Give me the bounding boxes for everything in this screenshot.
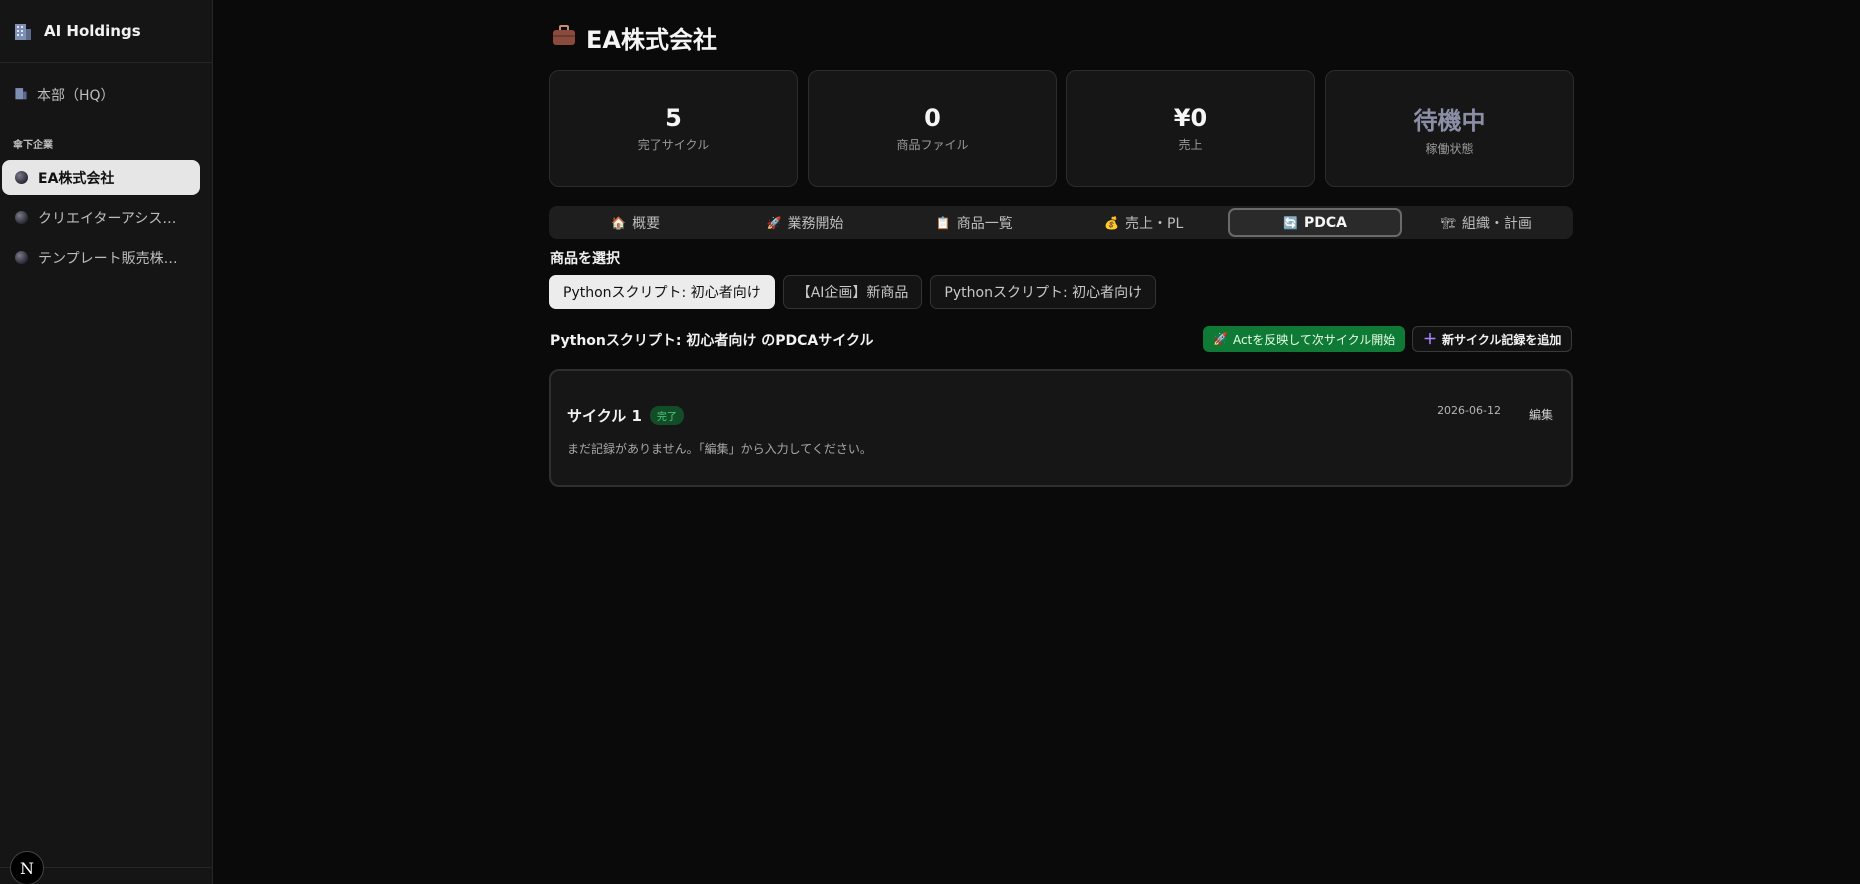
product-chip[interactable]: Pythonスクリプト: 初心者向け <box>549 275 775 309</box>
stat-card-sales: ¥0 売上 <box>1066 70 1315 187</box>
button-label: 新サイクル記録を追加 <box>1442 332 1562 347</box>
house-icon: 🏠 <box>611 215 627 230</box>
company-dot-icon <box>15 251 28 264</box>
brand[interactable]: AI Holdings <box>0 0 212 63</box>
next-dev-badge[interactable]: N <box>10 851 44 884</box>
page-title-text: EA株式会社 <box>586 26 717 54</box>
section-label: 傘下企業 <box>13 140 53 151</box>
company-list: EA株式会社 クリエイターアシス… テンプレート販売株… <box>0 160 213 280</box>
company-dot-icon <box>15 171 28 184</box>
act-next-cycle-button[interactable]: 🚀 Actを反映して次サイクル開始 <box>1203 326 1406 352</box>
button-label: Actを反映して次サイクル開始 <box>1232 332 1396 347</box>
stat-label: 完了サイクル <box>637 138 710 152</box>
brand-title: AI Holdings <box>44 22 141 40</box>
tab-label: 業務開始 <box>787 215 844 232</box>
rocket-icon: 🚀 <box>1213 332 1228 346</box>
cycle-icon: 🔄 <box>1283 215 1298 230</box>
rocket-icon: 🚀 <box>766 215 782 230</box>
product-select-label: 商品を選択 <box>550 251 620 267</box>
stat-label: 稼働状態 <box>1425 141 1474 156</box>
construction-icon: 🏗 <box>1440 215 1456 230</box>
edit-button[interactable]: 編集 <box>1529 406 1553 423</box>
sidebar: AI Holdings 本部（HQ） 傘下企業 EA株式会社 クリエイターアシス… <box>0 0 213 884</box>
money-bag-icon: 💰 <box>1104 215 1119 230</box>
tab-bar: 🏠 概要 🚀 業務開始 📋 商品一覧 💰 売上・PL 🔄 PDCA 🏗 組織・計… <box>549 206 1573 239</box>
product-chips: Pythonスクリプト: 初心者向け 【AI企画】新商品 Pythonスクリプト… <box>549 275 1157 309</box>
tab-overview[interactable]: 🏠 概要 <box>551 208 720 237</box>
cycle-card: サイクル 1 完了 2026-06-12 編集 まだ記録がありません。「編集」か… <box>549 369 1573 487</box>
tab-label: 概要 <box>632 215 661 232</box>
tab-start[interactable]: 🚀 業務開始 <box>720 208 889 237</box>
sidebar-item-label: EA株式会社 <box>38 170 115 187</box>
cycle-name: サイクル 1 <box>567 407 642 425</box>
page-title: EA株式会社 <box>552 20 717 55</box>
tab-pdca[interactable]: 🔄 PDCA <box>1228 208 1402 237</box>
cycle-note: まだ記録がありません。「編集」から入力してください。 <box>567 442 872 456</box>
clipboard-icon: 📋 <box>935 215 951 230</box>
building-icon <box>14 86 28 104</box>
tab-organization[interactable]: 🏗 組織・計画 <box>1402 208 1571 237</box>
cycle-title: サイクル 1 完了 <box>567 405 684 426</box>
sidebar-item-company[interactable]: EA株式会社 <box>2 160 200 195</box>
stat-value: ¥0 <box>1173 104 1208 132</box>
product-chip[interactable]: 【AI企画】新商品 <box>782 275 923 309</box>
tab-sales[interactable]: 💰 売上・PL <box>1059 208 1228 237</box>
sidebar-item-hq[interactable]: 本部（HQ） <box>0 80 200 110</box>
sidebar-item-label: テンプレート販売株… <box>38 250 178 267</box>
briefcase-icon <box>552 24 576 52</box>
stat-card-files: 0 商品ファイル <box>808 70 1057 187</box>
tab-label: PDCA <box>1303 214 1347 231</box>
tab-label: 組織・計画 <box>1461 215 1532 232</box>
cycle-date: 2026-06-12 <box>1437 404 1501 417</box>
sidebar-item-company[interactable]: テンプレート販売株… <box>2 240 200 275</box>
tab-products[interactable]: 📋 商品一覧 <box>890 208 1059 237</box>
stat-value: 5 <box>665 104 682 132</box>
stat-value: 待機中 <box>1413 106 1486 135</box>
plus-icon: ＋ <box>1423 332 1437 348</box>
sidebar-item-label: クリエイターアシス… <box>38 210 177 227</box>
tab-label: 売上・PL <box>1125 215 1184 232</box>
stat-label: 売上 <box>1178 138 1203 152</box>
sidebar-item-label: 本部（HQ） <box>37 88 115 104</box>
stat-value: 0 <box>924 104 941 132</box>
building-icon <box>12 20 34 42</box>
tab-label: 商品一覧 <box>956 215 1013 232</box>
cycle-heading: Pythonスクリプト: 初心者向け のPDCAサイクル <box>550 333 874 349</box>
sidebar-item-company[interactable]: クリエイターアシス… <box>2 200 200 235</box>
company-dot-icon <box>15 211 28 224</box>
status-badge: 完了 <box>649 406 684 425</box>
stat-card-status: 待機中 稼働状態 <box>1325 70 1574 187</box>
stat-card-cycles: 5 完了サイクル <box>549 70 798 187</box>
product-chip[interactable]: Pythonスクリプト: 初心者向け <box>930 275 1157 309</box>
stat-label: 商品ファイル <box>896 138 969 152</box>
add-cycle-button[interactable]: ＋ 新サイクル記録を追加 <box>1412 326 1573 352</box>
